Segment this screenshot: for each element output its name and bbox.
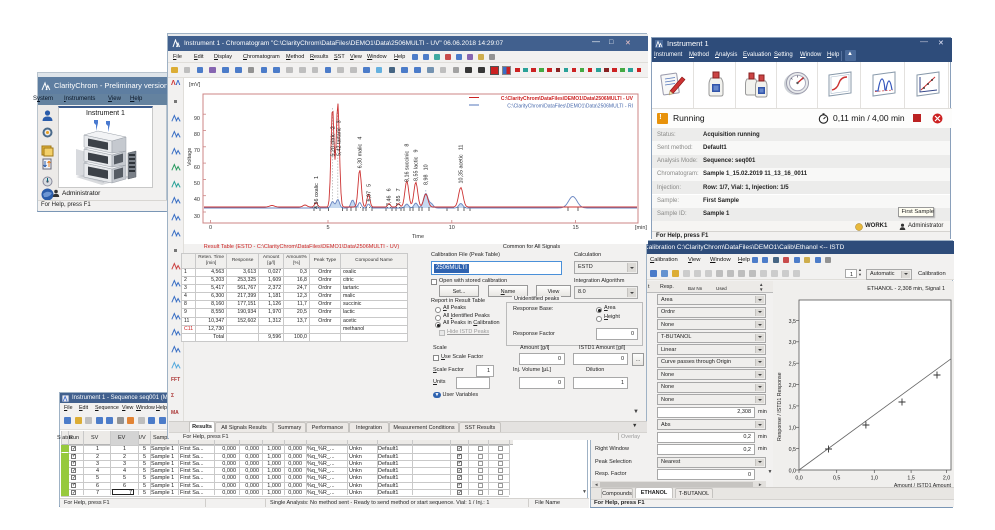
svg-text:10,35 acetic 11: 10,35 acetic 11 — [459, 145, 465, 184]
svg-text:2,0: 2,0 — [943, 476, 950, 482]
svg-text:2,5: 2,5 — [789, 362, 796, 368]
svg-text:3,5: 3,5 — [789, 319, 796, 325]
svg-text:8,16 succinic 8: 8,16 succinic 8 — [404, 144, 410, 182]
svg-text:1,0: 1,0 — [871, 476, 878, 482]
svg-text:1,0: 1,0 — [789, 426, 796, 432]
svg-text:0,5: 0,5 — [789, 447, 796, 453]
svg-text:2,0: 2,0 — [789, 383, 796, 389]
svg-text:7,85 7: 7,85 7 — [396, 188, 402, 206]
svg-text:0,0: 0,0 — [795, 476, 802, 482]
svg-text:0,0: 0,0 — [789, 469, 796, 475]
svg-text:1,5: 1,5 — [907, 476, 914, 482]
svg-text:8,98 10: 8,98 10 — [424, 164, 430, 185]
svg-text:6,97 5: 6,97 5 — [366, 184, 372, 202]
svg-text:3,0: 3,0 — [789, 340, 796, 346]
svg-text:Response / ISTD1 Response: Response / ISTD1 Response — [777, 372, 783, 441]
svg-text:6,30 malic 4: 6,30 malic 4 — [357, 137, 363, 169]
svg-text:C:\ClarityChrom\DataFiles\DEMO: C:\ClarityChrom\DataFiles\DEMO1\Data\250… — [501, 96, 634, 102]
svg-text:1,5: 1,5 — [789, 404, 796, 410]
svg-text:8,55 lactic 9: 8,55 lactic 9 — [414, 150, 420, 181]
svg-text:4,56 oxalic 1: 4,56 oxalic 1 — [314, 176, 320, 209]
svg-text:ETHANOL - 2,308 min, Signal 1: ETHANOL - 2,308 min, Signal 1 — [867, 286, 945, 292]
svg-text:C:\ClarityChrom\DataFiles\DEMO: C:\ClarityChrom\DataFiles\DEMO1\Data\250… — [507, 104, 633, 110]
svg-text:5,42 tartaric 3: 5,42 tartaric 3 — [337, 120, 343, 156]
svg-text:0,5: 0,5 — [833, 476, 840, 482]
svg-text:7,46 6: 7,46 6 — [387, 188, 393, 206]
